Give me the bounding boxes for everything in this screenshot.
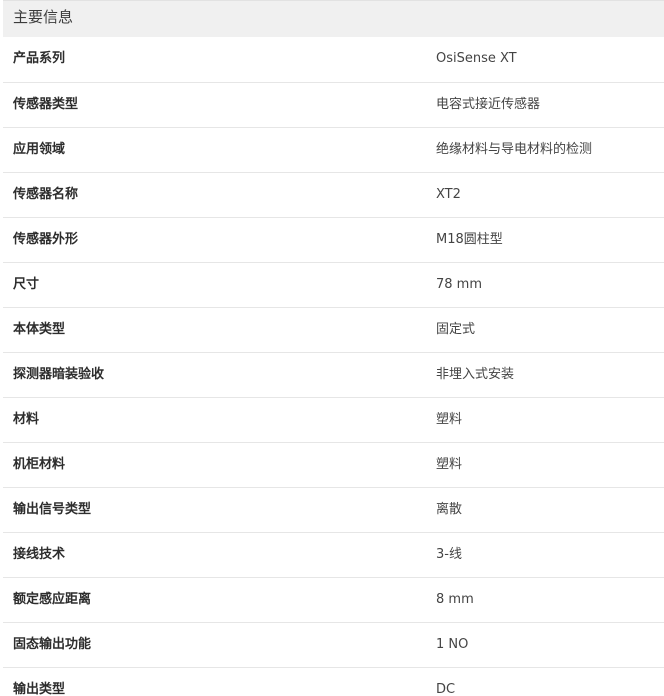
spec-value: 1 NO <box>436 636 469 652</box>
spec-value: 塑料 <box>436 411 463 427</box>
spec-label: 产品系列 <box>13 51 66 67</box>
spec-row-application: 应用领域 绝缘材料与导电材料的检测 <box>3 127 664 172</box>
spec-row-wiring: 接线技术 3-线 <box>3 532 664 577</box>
spec-value: 非埋入式安装 <box>436 366 515 382</box>
spec-table: 产品系列 OsiSense XT 传感器类型 电容式接近传感器 应用领域 绝缘材… <box>3 37 664 696</box>
spec-label: 传感器名称 <box>13 186 79 202</box>
spec-value: 绝缘材料与导电材料的检测 <box>436 141 593 157</box>
spec-value: OsiSense XT <box>436 51 517 67</box>
spec-label: 额定感应距离 <box>13 591 92 607</box>
spec-row-sensor-name: 传感器名称 XT2 <box>3 172 664 217</box>
spec-value: XT2 <box>436 186 461 202</box>
spec-label: 输出信号类型 <box>13 501 92 517</box>
section-header: 主要信息 <box>3 0 664 37</box>
spec-row-sensor-shape: 传感器外形 M18圆柱型 <box>3 217 664 262</box>
spec-value: 3-线 <box>436 546 462 562</box>
spec-row-sensing-distance: 额定感应距离 8 mm <box>3 577 664 622</box>
spec-label: 输出类型 <box>13 681 66 696</box>
spec-row-body-type: 本体类型 固定式 <box>3 307 664 352</box>
spec-label: 机柜材料 <box>13 456 66 472</box>
spec-label: 传感器类型 <box>13 96 79 112</box>
spec-row-output-type: 输出类型 DC <box>3 667 664 696</box>
spec-value: 78 mm <box>436 276 483 292</box>
spec-label: 尺寸 <box>13 276 40 292</box>
spec-value: M18圆柱型 <box>436 231 503 247</box>
spec-row-product-series: 产品系列 OsiSense XT <box>3 37 664 82</box>
spec-row-material: 材料 塑料 <box>3 397 664 442</box>
spec-panel: 主要信息 产品系列 OsiSense XT 传感器类型 电容式接近传感器 应用领… <box>0 0 664 696</box>
spec-row-solid-state-output: 固态输出功能 1 NO <box>3 622 664 667</box>
spec-row-output-signal: 输出信号类型 离散 <box>3 487 664 532</box>
spec-value: 8 mm <box>436 591 474 607</box>
spec-row-dimension: 尺寸 78 mm <box>3 262 664 307</box>
spec-label: 接线技术 <box>13 546 66 562</box>
section-title: 主要信息 <box>13 8 74 26</box>
spec-value: 固定式 <box>436 321 476 337</box>
spec-value: 电容式接近传感器 <box>436 96 541 112</box>
spec-row-enclosure-material: 机柜材料 塑料 <box>3 442 664 487</box>
spec-label: 探测器暗装验收 <box>13 366 105 382</box>
spec-label: 本体类型 <box>13 321 66 337</box>
spec-label: 固态输出功能 <box>13 636 92 652</box>
spec-row-mounting: 探测器暗装验收 非埋入式安装 <box>3 352 664 397</box>
spec-value: 离散 <box>436 501 463 517</box>
spec-value: DC <box>436 681 456 696</box>
spec-label: 传感器外形 <box>13 231 79 247</box>
spec-label: 应用领域 <box>13 141 66 157</box>
spec-value: 塑料 <box>436 456 463 472</box>
spec-label: 材料 <box>13 411 40 427</box>
spec-row-sensor-type: 传感器类型 电容式接近传感器 <box>3 82 664 127</box>
